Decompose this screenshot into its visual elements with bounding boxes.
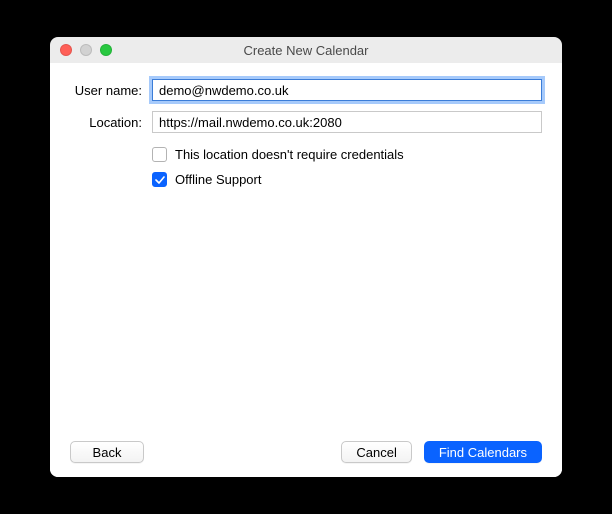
username-row: User name: — [70, 79, 542, 101]
window-title: Create New Calendar — [50, 43, 562, 58]
window-controls — [50, 44, 112, 56]
zoom-window-button[interactable] — [100, 44, 112, 56]
no-credentials-row: This location doesn't require credential… — [152, 147, 542, 162]
find-calendars-button[interactable]: Find Calendars — [424, 441, 542, 463]
offline-row: Offline Support — [152, 172, 542, 187]
username-label: User name: — [70, 83, 152, 98]
location-label: Location: — [70, 115, 152, 130]
offline-label[interactable]: Offline Support — [175, 172, 261, 187]
dialog-window: Create New Calendar User name: Location:… — [50, 37, 562, 477]
back-button[interactable]: Back — [70, 441, 144, 463]
location-input[interactable] — [152, 111, 542, 133]
dialog-content: User name: Location: This location doesn… — [50, 63, 562, 477]
minimize-window-button — [80, 44, 92, 56]
close-window-button[interactable] — [60, 44, 72, 56]
no-credentials-checkbox[interactable] — [152, 147, 167, 162]
username-input[interactable] — [152, 79, 542, 101]
cancel-button[interactable]: Cancel — [341, 441, 411, 463]
no-credentials-label[interactable]: This location doesn't require credential… — [175, 147, 404, 162]
button-bar: Back Cancel Find Calendars — [70, 441, 542, 463]
offline-checkbox[interactable] — [152, 172, 167, 187]
location-row: Location: — [70, 111, 542, 133]
titlebar: Create New Calendar — [50, 37, 562, 63]
